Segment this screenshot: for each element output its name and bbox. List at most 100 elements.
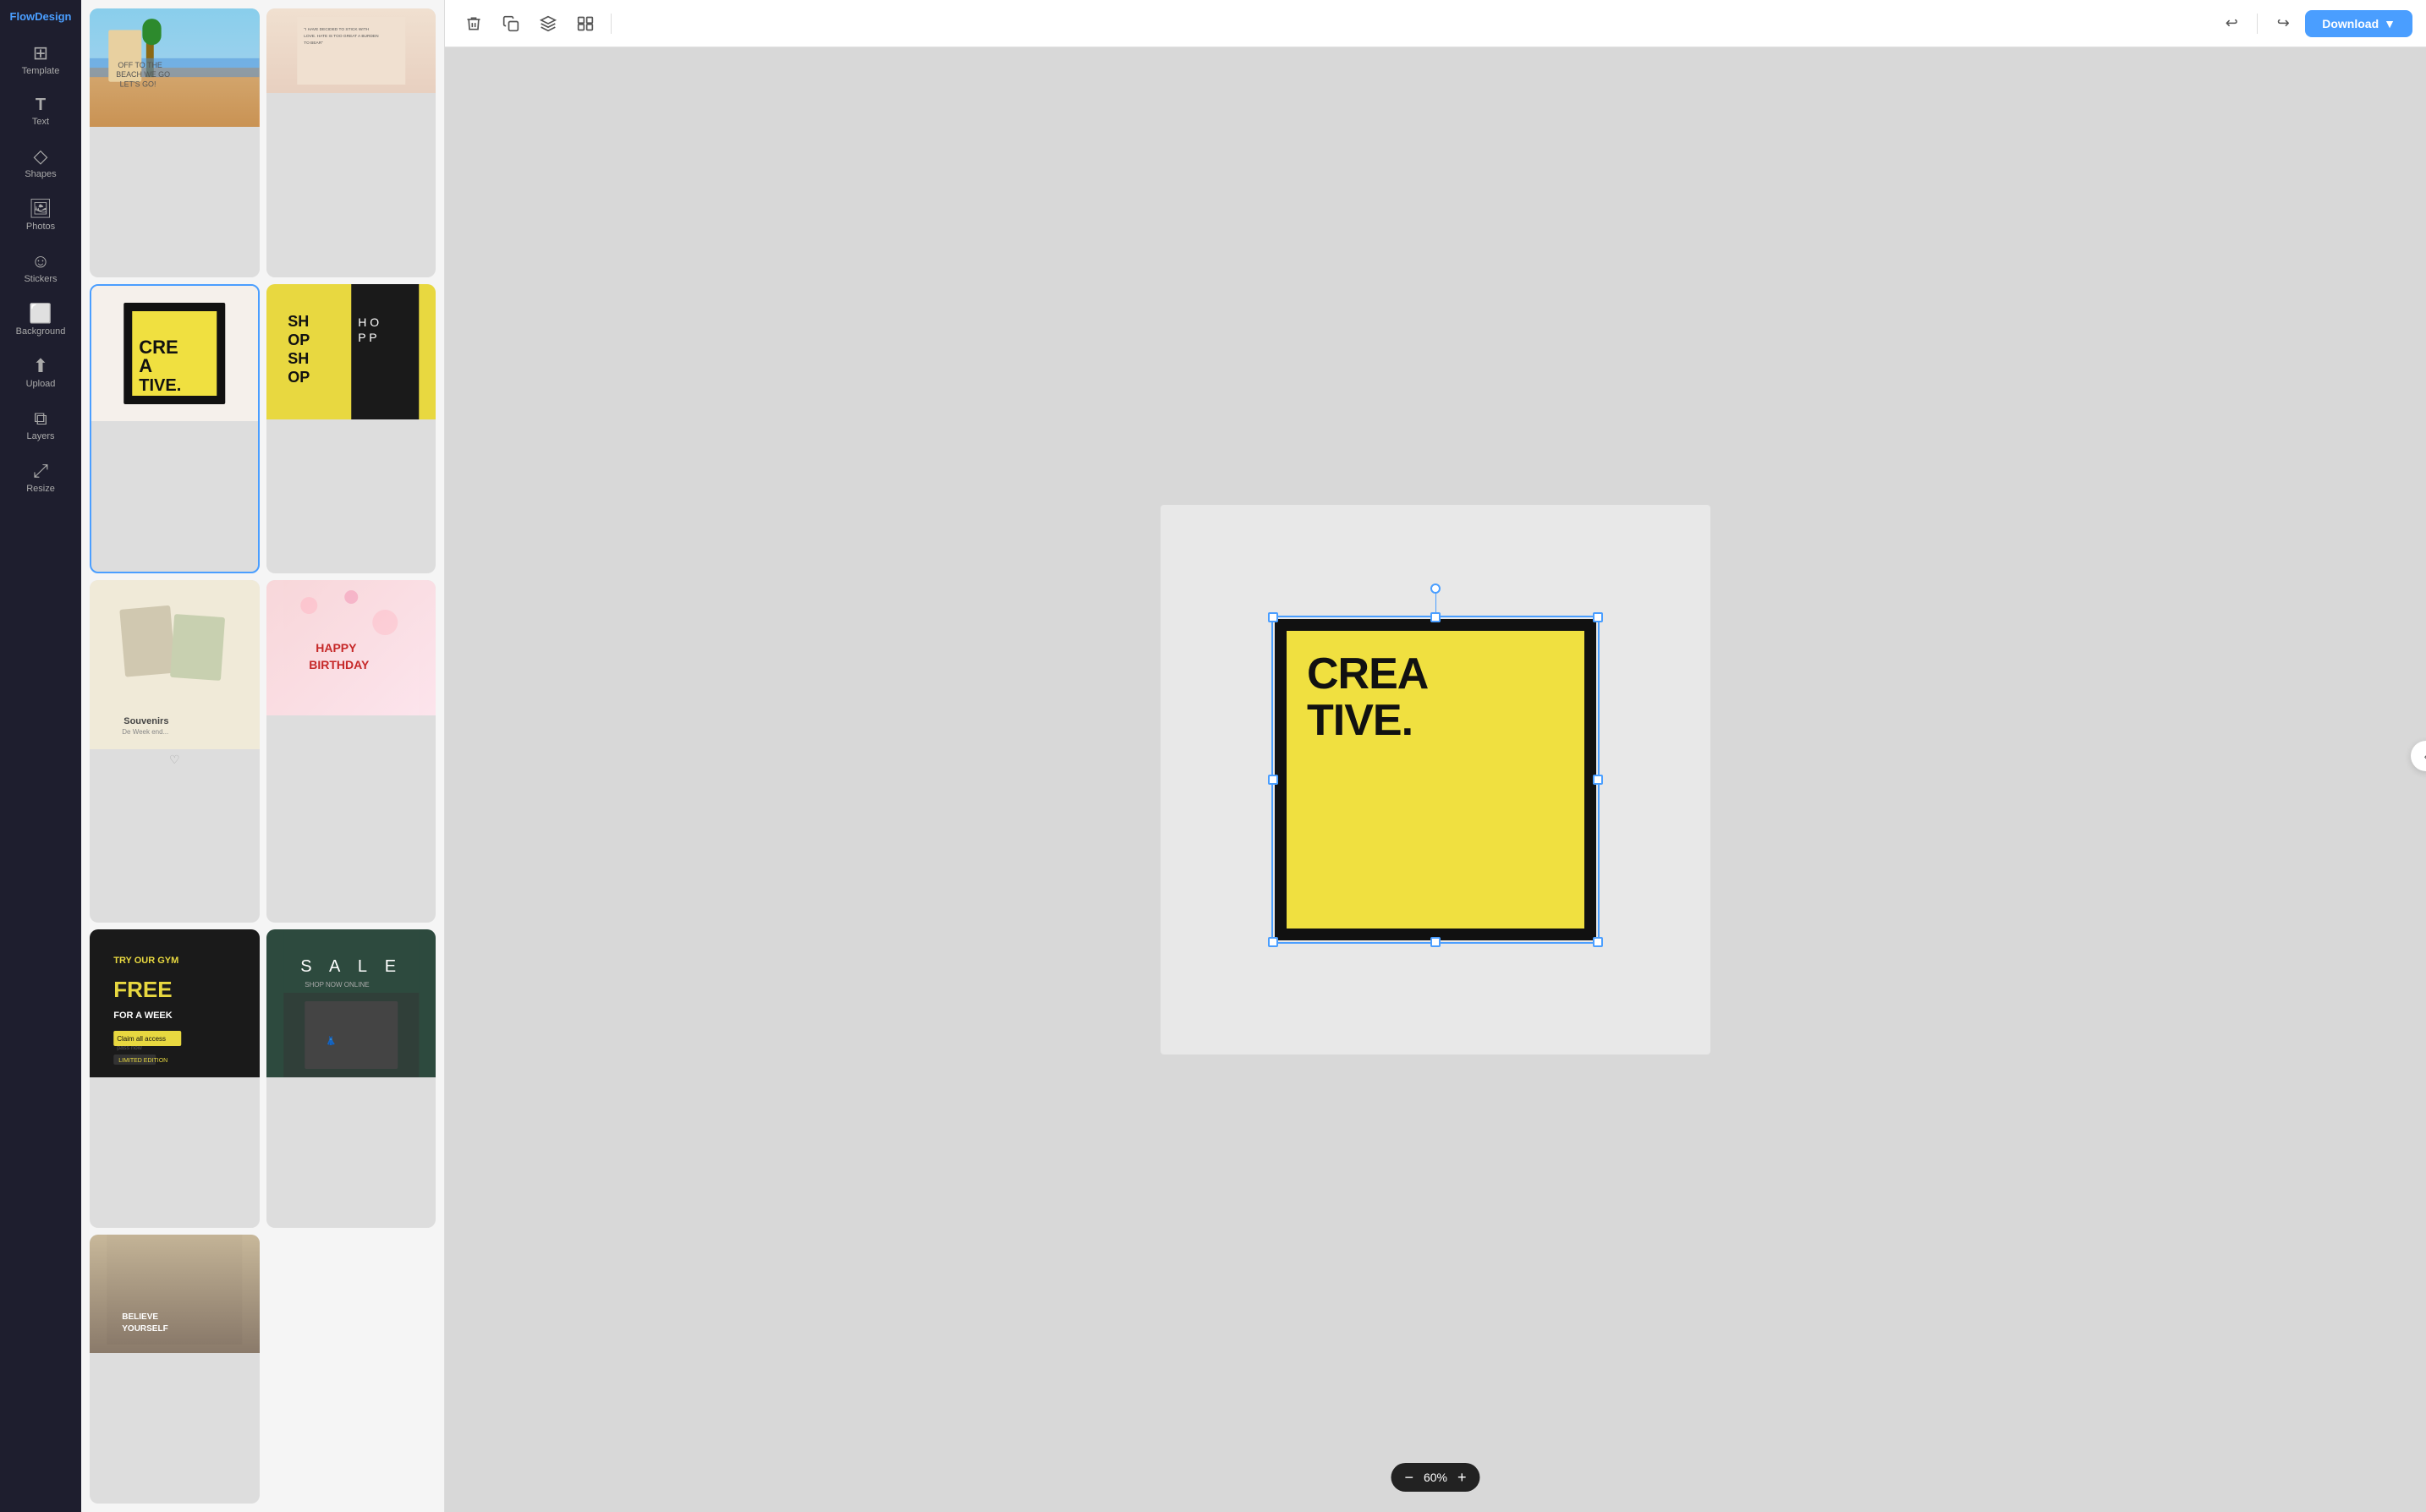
layers-button[interactable] xyxy=(533,8,563,39)
svg-text:FOR A WEEK: FOR A WEEK xyxy=(113,1011,173,1021)
sidebar-item-background[interactable]: ⬜ Background xyxy=(7,296,74,345)
sidebar-item-template[interactable]: ⊞ Template xyxy=(7,36,74,85)
sidebar-item-label: Text xyxy=(32,117,49,127)
svg-text:OP: OP xyxy=(288,331,310,348)
svg-text:A: A xyxy=(139,355,152,376)
svg-text:Souvenirs: Souvenirs xyxy=(123,716,168,726)
template-card-birthday[interactable]: HAPPY BIRTHDAY xyxy=(266,580,436,922)
layers-icon: ⧉ xyxy=(34,409,47,428)
background-icon: ⬜ xyxy=(29,304,52,323)
photos-icon: 🖼 xyxy=(29,200,52,218)
rotate-handle[interactable] xyxy=(1430,583,1441,594)
svg-text:"I HAVE DECIDED TO STICK WITH: "I HAVE DECIDED TO STICK WITH xyxy=(304,27,369,32)
templates-panel: OFF TO THE BEACH WE GO LET'S GO! "I HAVE… xyxy=(81,0,445,1512)
svg-text:BEACH WE GO: BEACH WE GO xyxy=(116,70,170,79)
svg-text:H O: H O xyxy=(358,315,379,329)
download-button[interactable]: Download ▼ xyxy=(2305,10,2412,37)
svg-text:BIRTHDAY: BIRTHDAY xyxy=(309,658,370,671)
templates-grid: OFF TO THE BEACH WE GO LET'S GO! "I HAVE… xyxy=(81,0,444,1512)
stickers-icon: ☺ xyxy=(31,252,50,271)
template-card-quote[interactable]: "I HAVE DECIDED TO STICK WITH LOVE. HATE… xyxy=(266,8,436,277)
svg-text:Claim all access: Claim all access xyxy=(117,1035,166,1043)
undo-button[interactable]: ↩ xyxy=(2216,8,2247,39)
svg-text:👗: 👗 xyxy=(326,1035,336,1046)
main-area: ↩ ↪ Download ▼ CREA TIVE. xyxy=(445,0,2426,1512)
svg-text:TIVE.: TIVE. xyxy=(139,376,181,395)
zoom-out-button[interactable]: − xyxy=(1404,1470,1413,1485)
design-inner: CREA TIVE. xyxy=(1287,631,1584,929)
svg-text:SH: SH xyxy=(288,313,309,330)
template-thumbnail: S A L E SHOP NOW ONLINE 👗 xyxy=(266,929,436,1077)
group-button[interactable] xyxy=(570,8,601,39)
app-logo: FlowDesign xyxy=(10,10,72,24)
sidebar-item-label: Stickers xyxy=(24,274,57,284)
canvas-background: CREA TIVE. xyxy=(1161,505,1710,1055)
svg-text:LIMITED EDITION: LIMITED EDITION xyxy=(118,1058,167,1064)
template-card-creative[interactable]: CRE A TIVE. xyxy=(90,284,260,573)
svg-text:P P: P P xyxy=(358,331,376,344)
duplicate-button[interactable] xyxy=(496,8,526,39)
svg-text:De Week end...: De Week end... xyxy=(122,728,168,736)
sidebar-item-label: Upload xyxy=(26,379,56,389)
download-chevron-icon: ▼ xyxy=(2384,17,2396,30)
template-card-beach[interactable]: OFF TO THE BEACH WE GO LET'S GO! xyxy=(90,8,260,277)
template-card-believe[interactable]: BELIEVE YOURSELF xyxy=(90,1235,260,1504)
svg-text:TRY OUR GYM: TRY OUR GYM xyxy=(113,956,178,966)
template-thumbnail: CRE A TIVE. xyxy=(91,286,258,421)
rotate-line xyxy=(1435,592,1436,617)
template-card-souvenir[interactable]: Souvenirs De Week end... ♡ xyxy=(90,580,260,922)
template-thumbnail: "I HAVE DECIDED TO STICK WITH LOVE. HATE… xyxy=(266,8,436,93)
resize-icon: ⤢ xyxy=(33,462,48,480)
canvas-area: CREA TIVE. xyxy=(445,47,2426,1512)
download-label: Download xyxy=(2322,17,2379,30)
toolbar: ↩ ↪ Download ▼ xyxy=(445,0,2426,47)
design-element[interactable]: CREA TIVE. xyxy=(1275,619,1596,940)
sidebar-item-label: Layers xyxy=(26,431,54,441)
template-card-gym[interactable]: TRY OUR GYM FREE FOR A WEEK Claim all ac… xyxy=(90,929,260,1228)
sidebar-item-photos[interactable]: 🖼 Photos xyxy=(7,191,74,240)
sidebar-item-stickers[interactable]: ☺ Stickers xyxy=(7,244,74,293)
svg-text:OFF TO THE: OFF TO THE xyxy=(118,61,162,69)
svg-text:pass now: pass now xyxy=(117,1045,143,1051)
toolbar-separator xyxy=(611,14,612,34)
template-thumbnail: TRY OUR GYM FREE FOR A WEEK Claim all ac… xyxy=(90,929,260,1077)
delete-button[interactable] xyxy=(458,8,489,39)
sidebar-item-label: Template xyxy=(22,66,60,76)
svg-text:OP: OP xyxy=(288,369,310,386)
template-card-shop[interactable]: SH OP SH OP H O P P xyxy=(266,284,436,573)
zoom-level: 60% xyxy=(1424,1471,1447,1484)
template-thumbnail: SH OP SH OP H O P P xyxy=(266,284,436,419)
template-thumbnail: OFF TO THE BEACH WE GO LET'S GO! xyxy=(90,8,260,127)
sidebar-item-upload[interactable]: ⬆ Upload xyxy=(7,348,74,397)
svg-text:HAPPY: HAPPY xyxy=(316,641,357,655)
sidebar-item-label: Shapes xyxy=(25,169,56,179)
design-text: CREA TIVE. xyxy=(1307,651,1428,743)
sidebar-item-text[interactable]: T Text xyxy=(7,88,74,135)
favorite-icon[interactable]: ♡ xyxy=(169,753,180,766)
sidebar: FlowDesign ⊞ Template T Text ◇ Shapes 🖼 … xyxy=(0,0,81,1512)
svg-text:SH: SH xyxy=(288,350,309,367)
zoom-in-button[interactable]: + xyxy=(1457,1470,1467,1485)
sidebar-item-label: Photos xyxy=(26,222,55,232)
sidebar-item-shapes[interactable]: ◇ Shapes xyxy=(7,139,74,188)
template-thumbnail: Souvenirs De Week end... xyxy=(90,580,260,749)
toolbar-right: ↩ ↪ Download ▼ xyxy=(2216,8,2412,39)
sidebar-item-layers[interactable]: ⧉ Layers xyxy=(7,401,74,450)
zoom-bar: − 60% + xyxy=(1391,1463,1479,1492)
svg-text:YOURSELF: YOURSELF xyxy=(122,1324,167,1334)
svg-text:LOVE. HATE IS TOO GREAT A BURD: LOVE. HATE IS TOO GREAT A BURDEN xyxy=(304,34,379,39)
template-thumbnail: BELIEVE YOURSELF xyxy=(90,1235,260,1353)
svg-text:TO BEAR": TO BEAR" xyxy=(304,41,323,46)
template-icon: ⊞ xyxy=(33,44,48,63)
svg-text:FREE: FREE xyxy=(113,977,172,1002)
svg-text:SHOP NOW ONLINE: SHOP NOW ONLINE xyxy=(305,981,369,989)
shapes-icon: ◇ xyxy=(34,147,48,166)
sidebar-item-resize[interactable]: ⤢ Resize xyxy=(7,453,74,502)
sidebar-item-label: Background xyxy=(16,326,66,337)
redo-button[interactable]: ↪ xyxy=(2268,8,2298,39)
text-icon: T xyxy=(36,96,46,113)
upload-icon: ⬆ xyxy=(33,357,48,375)
svg-text:BELIEVE: BELIEVE xyxy=(122,1312,158,1322)
template-card-sale[interactable]: S A L E SHOP NOW ONLINE 👗 xyxy=(266,929,436,1228)
toolbar-separator-2 xyxy=(2257,14,2258,34)
